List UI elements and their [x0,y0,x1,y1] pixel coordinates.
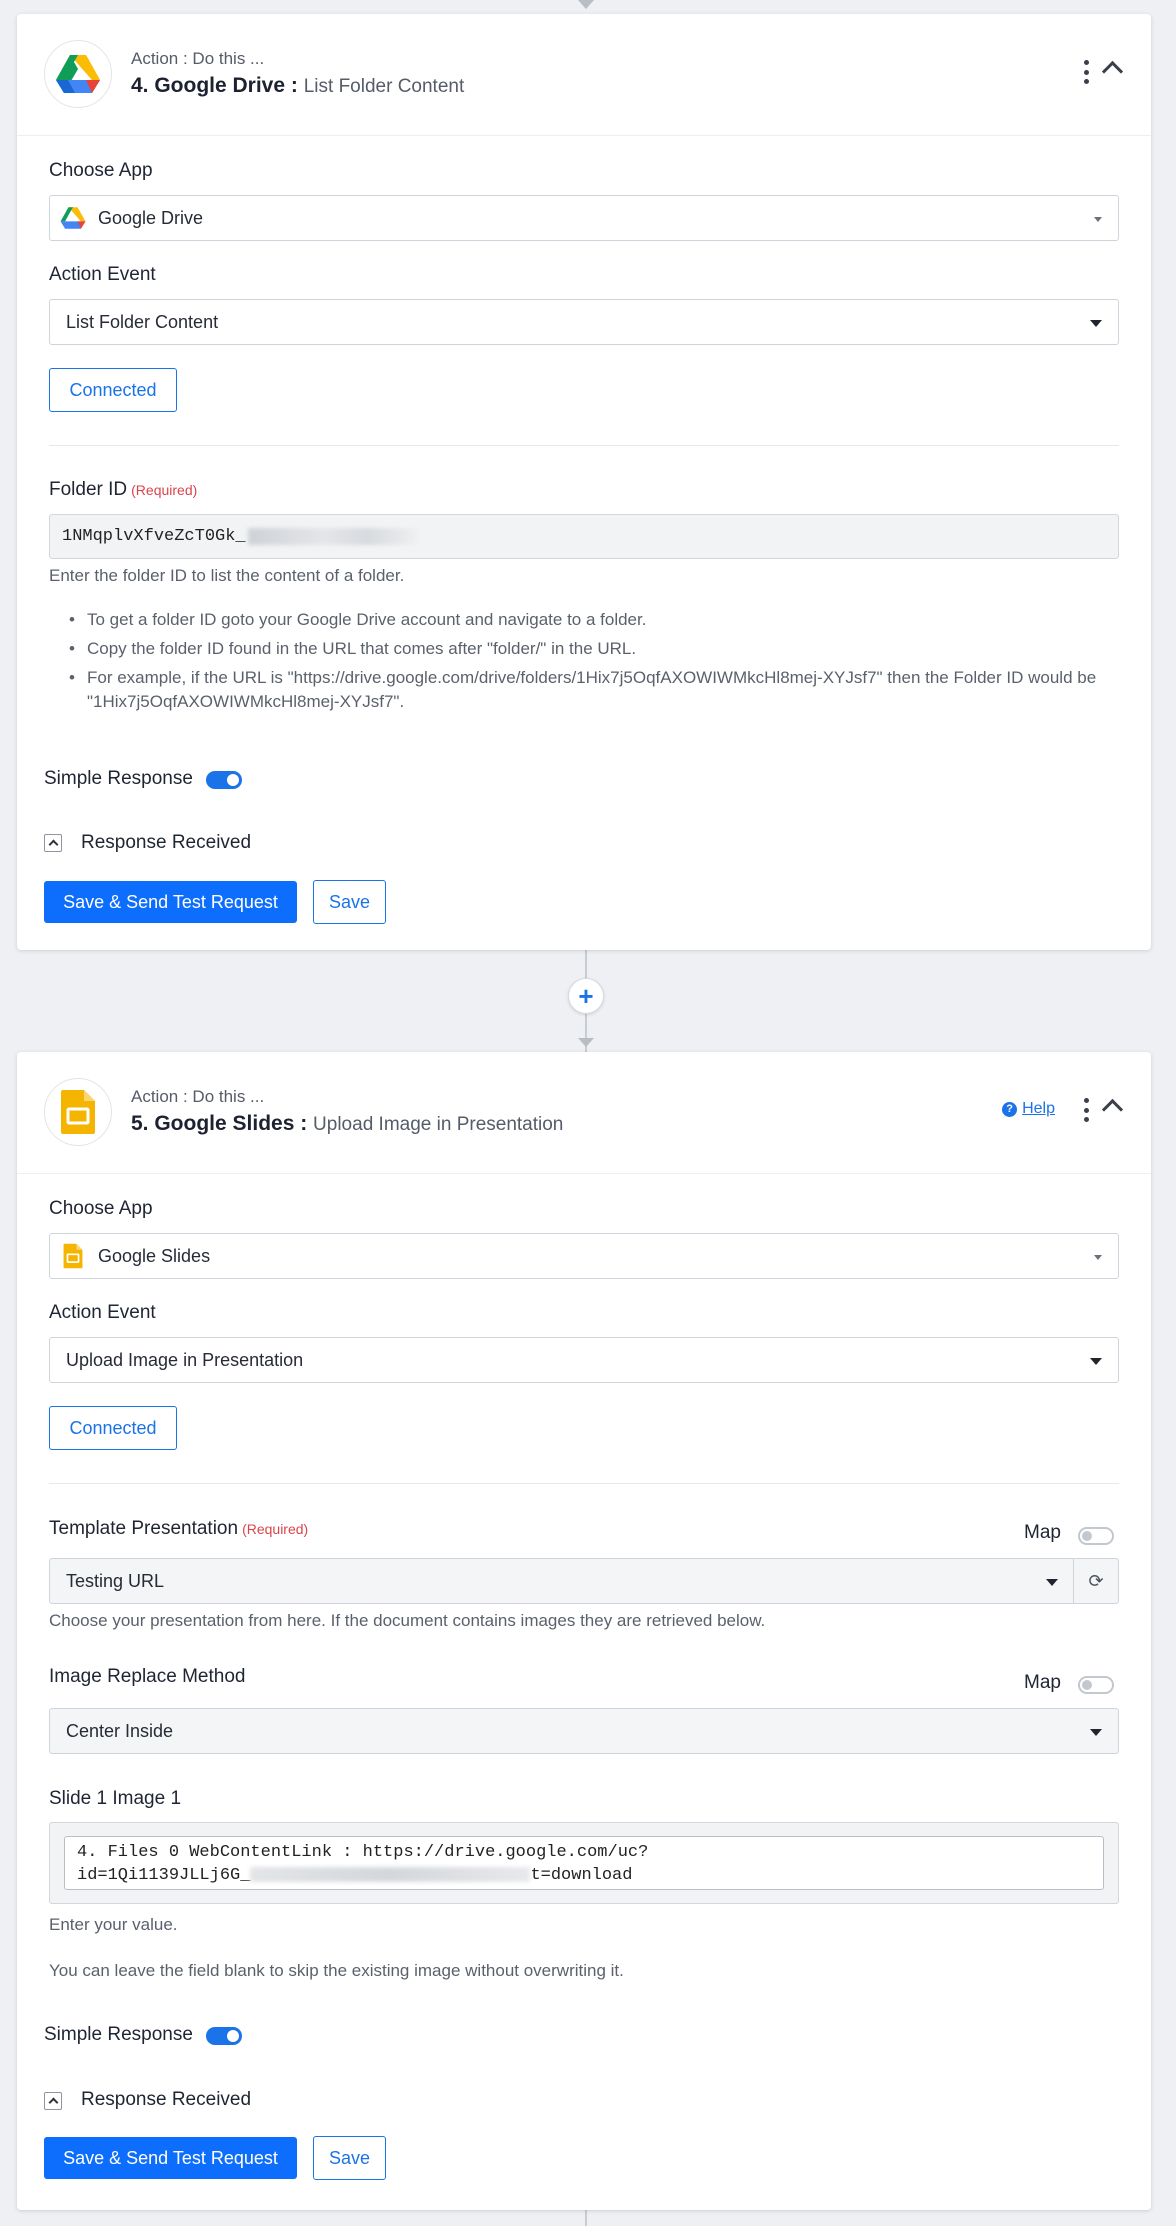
add-step-button[interactable]: + [568,978,604,1014]
list-item: For example, if the URL is "https://driv… [69,666,1109,714]
map-label: Map [1024,1672,1061,1693]
slide-image-label: Slide 1 Image 1 [49,1788,182,1809]
map-label: Map [1024,1522,1061,1543]
step-header[interactable]: Action : Do this ... 5. Google Slides : … [17,1052,1151,1174]
slide-image-line-2: id=1Qi1139JLLj6G_ t=download [77,1864,1091,1887]
simple-response-toggle[interactable] [206,2027,242,2045]
response-received-label[interactable]: Response Received [81,2089,251,2111]
caret-down-icon [1046,1579,1058,1586]
caret-down-icon [1090,1729,1102,1736]
slide-image-field: 4. Files 0 WebContentLink : https://driv… [49,1822,1119,1904]
chevron-down-icon [1094,217,1102,222]
caret-down-icon [1090,1358,1102,1365]
question-circle-icon: ? [1002,1101,1018,1117]
folder-id-value: 1NMqplvXfveZcT0Gk_ [62,527,246,546]
simple-response-label: Simple Response [44,768,193,789]
choose-app-select[interactable]: Google Slides [49,1233,1119,1279]
step-title-app: 4. Google Drive : [131,74,298,97]
template-presentation-select[interactable]: Testing URL ⟳ [49,1558,1119,1604]
more-options-icon[interactable] [1083,1098,1089,1122]
template-presentation-label-text: Template Presentation [49,1518,239,1539]
response-received-expand-icon[interactable] [44,2092,62,2110]
flow-arrow [578,1038,594,1047]
template-presentation-value: Testing URL [66,1570,165,1591]
skip-image-hint: You can leave the field blank to skip th… [49,1961,624,1980]
google-slides-icon [58,1241,88,1271]
action-event-label: Action Event [49,264,156,285]
image-replace-method-value: Center Inside [66,1720,174,1741]
caret-down-icon [1090,320,1102,327]
save-button[interactable]: Save [313,2136,386,2180]
choose-app-label: Choose App [49,1198,153,1219]
list-item: Copy the folder ID found in the URL that… [69,637,1109,661]
choose-app-value: Google Drive [98,207,204,228]
step-card-google-slides: Action : Do this ... 5. Google Slides : … [17,1052,1151,2210]
response-received-expand-icon[interactable] [44,834,62,852]
folder-id-help-list: To get a folder ID goto your Google Driv… [69,608,1109,719]
connected-button[interactable]: Connected [49,368,177,412]
flow-arrow-top [578,0,594,9]
google-drive-icon [58,203,88,233]
step-title: 4. Google Drive : List Folder Content [131,74,464,98]
step-card-google-drive: Action : Do this ... 4. Google Drive : L… [17,14,1151,950]
action-event-value: Upload Image in Presentation [66,1349,304,1370]
step-title: 5. Google Slides : Upload Image in Prese… [131,1112,563,1136]
refresh-icon[interactable]: ⟳ [1073,1559,1118,1603]
required-badge: (Required) [131,482,198,498]
folder-id-label-text: Folder ID [49,479,128,500]
enter-value-hint: Enter your value. [49,1915,178,1934]
google-drive-logo-icon [44,40,112,108]
connected-button[interactable]: Connected [49,1406,177,1450]
folder-id-input[interactable]: 1NMqplvXfveZcT0Gk_ [49,514,1119,559]
step-title-event: Upload Image in Presentation [313,1114,564,1135]
step-header[interactable]: Action : Do this ... 4. Google Drive : L… [17,14,1151,136]
collapse-chevron-icon[interactable] [1101,1098,1124,1121]
redacted-area [250,1867,531,1883]
plus-icon: + [578,981,594,1011]
choose-app-value: Google Slides [98,1245,211,1266]
section-divider [49,445,1119,446]
section-divider [49,1483,1119,1484]
flow-connector-bottom [585,2210,587,2226]
template-presentation-label: Template Presentation (Required) [49,1518,308,1540]
action-event-value: List Folder Content [66,311,219,332]
save-send-test-button[interactable]: Save & Send Test Request [44,2137,297,2179]
save-button[interactable]: Save [313,880,386,924]
list-item: To get a folder ID goto your Google Driv… [69,608,1109,632]
action-event-select[interactable]: Upload Image in Presentation [49,1337,1119,1383]
more-options-icon[interactable] [1083,60,1089,84]
simple-response-toggle[interactable] [206,771,242,789]
slide-image-line-2-start: id=1Qi1139JLLj6G_ [77,1866,251,1885]
step-title-app: 5. Google Slides : [131,1112,308,1135]
response-received-label[interactable]: Response Received [81,832,251,854]
required-badge: (Required) [242,1521,309,1537]
step-kicker: Action : Do this ... [131,1087,265,1106]
template-presentation-hint: Choose your presentation from here. If t… [49,1611,766,1630]
chevron-down-icon [1094,1255,1102,1260]
action-event-select[interactable]: List Folder Content [49,299,1119,345]
image-replace-method-select[interactable]: Center Inside [49,1708,1119,1754]
slide-image-line-2-end: t=download [530,1866,633,1885]
help-link-label: Help [1022,1100,1055,1117]
save-send-test-button[interactable]: Save & Send Test Request [44,881,297,923]
google-slides-logo-icon [44,1078,112,1146]
map-toggle[interactable] [1078,1527,1114,1545]
image-replace-method-label: Image Replace Method [49,1666,246,1687]
slide-image-line-1: 4. Files 0 WebContentLink : https://driv… [77,1843,649,1862]
folder-id-label: Folder ID (Required) [49,479,197,501]
simple-response-label: Simple Response [44,2024,193,2045]
folder-id-hint: Enter the folder ID to list the content … [49,566,405,585]
step-title-event: List Folder Content [303,76,465,97]
redacted-area [247,528,418,545]
collapse-chevron-icon[interactable] [1101,60,1124,83]
help-link[interactable]: ? Help [1002,1100,1055,1118]
step-kicker: Action : Do this ... [131,49,265,68]
map-toggle[interactable] [1078,1676,1114,1694]
choose-app-label: Choose App [49,160,153,181]
choose-app-select[interactable]: Google Drive [49,195,1119,241]
slide-image-input[interactable]: 4. Files 0 WebContentLink : https://driv… [64,1836,1104,1890]
action-event-label: Action Event [49,1302,156,1323]
